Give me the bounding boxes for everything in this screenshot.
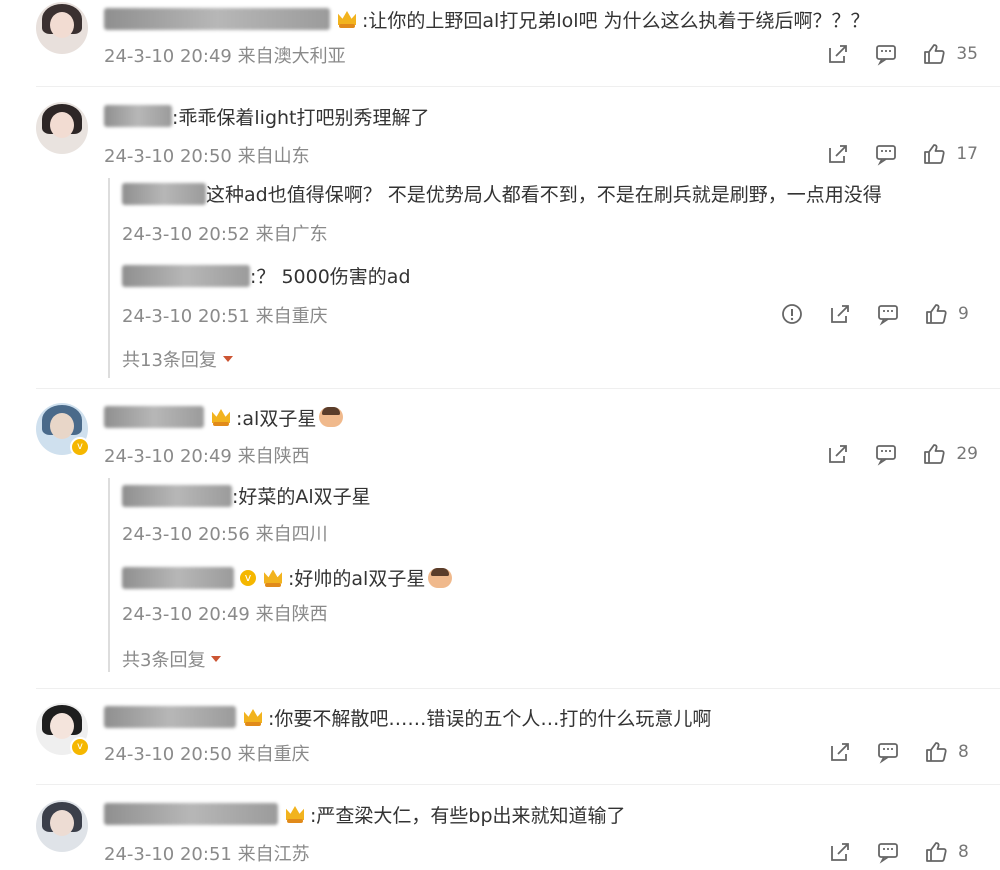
username-blurred[interactable] [104, 105, 172, 127]
avatar[interactable] [36, 800, 88, 852]
divider [36, 784, 1000, 785]
like-icon[interactable] [922, 442, 946, 466]
reply-meta: 24-3-10 20:52 来自广东 [122, 224, 328, 245]
avatar[interactable] [36, 2, 88, 54]
like-count: 8 [958, 842, 969, 862]
comment-icon[interactable] [874, 442, 898, 466]
reply-text: :？ 5000伤害的ad [250, 266, 411, 288]
share-icon[interactable] [826, 442, 850, 466]
crown-icon [284, 804, 306, 824]
comment-line: :al双子星 [104, 402, 344, 432]
reply-actions: 9 [780, 302, 978, 326]
comment-actions: 8 [828, 840, 978, 864]
comment-text: :严查梁大仁，有些bp出来就知道输了 [310, 804, 626, 827]
reply-text: 这种ad也值得保啊？ 不是优势局人都看不到，不是在刷兵就是刷野，一点用没得 [206, 184, 882, 206]
reply-text: :好菜的Al双子星 [232, 486, 371, 508]
comment-actions: 8 [828, 740, 978, 764]
divider [36, 388, 1000, 389]
comment-icon[interactable] [874, 142, 898, 166]
avatar[interactable] [36, 102, 88, 154]
comment-actions: 17 [826, 142, 978, 166]
reply-meta: 24-3-10 20:56 来自四川 [122, 524, 328, 545]
comment-meta: 24-3-10 20:49 来自澳大利亚 [104, 46, 346, 67]
comment-icon[interactable] [874, 42, 898, 66]
more-replies-link[interactable]: 共3条回复 [122, 646, 222, 672]
report-icon[interactable] [780, 302, 804, 326]
username-blurred[interactable] [122, 264, 250, 287]
like-icon[interactable] [924, 840, 948, 864]
reply-text: :好帅的al双子星 [288, 568, 426, 590]
share-icon[interactable] [826, 142, 850, 166]
like-count: 17 [956, 144, 978, 164]
like-icon[interactable] [924, 740, 948, 764]
comment-line: :让你的上野回al打兄弟lol吧 为什么这么执着于绕后啊？？？ [104, 4, 870, 34]
comment-icon[interactable] [876, 840, 900, 864]
like-count: 29 [956, 444, 978, 464]
vip-badge-icon: v [240, 569, 256, 586]
comment-text: :乖乖保着light打吧别秀理解了 [172, 106, 430, 129]
like-icon[interactable] [924, 302, 948, 326]
share-icon[interactable] [828, 740, 852, 764]
caret-down-icon [222, 356, 233, 362]
comment-text: :al双子星 [236, 407, 317, 430]
crown-icon [262, 568, 284, 588]
share-icon[interactable] [828, 840, 852, 864]
comment-icon[interactable] [876, 740, 900, 764]
reply-line: :好菜的Al双子星 [122, 482, 371, 509]
comment-meta: 24-3-10 20:50 来自山东 [104, 146, 310, 167]
vip-badge-icon: v [70, 737, 90, 757]
username-blurred[interactable] [104, 803, 278, 825]
comment-icon[interactable] [876, 302, 900, 326]
reply-line: v :好帅的al双子星 [122, 564, 453, 591]
comment-text: :你要不解散吧……错误的五个人…打的什么玩意儿啊 [268, 707, 712, 730]
vip-badge-icon: v [70, 437, 90, 457]
crown-icon [242, 707, 264, 727]
emoji-icon [319, 407, 344, 427]
like-icon[interactable] [922, 42, 946, 66]
reply-meta: 24-3-10 20:51 来自重庆 [122, 306, 328, 327]
comment-line: :严查梁大仁，有些bp出来就知道输了 [104, 799, 626, 829]
reply-line: :？ 5000伤害的ad [122, 262, 411, 289]
crown-icon [336, 9, 358, 29]
like-count: 35 [956, 44, 978, 64]
comment-text: :让你的上野回al打兄弟lol吧 为什么这么执着于绕后啊？？？ [362, 9, 870, 32]
more-replies-link[interactable]: 共13条回复 [122, 346, 233, 372]
share-icon[interactable] [828, 302, 852, 326]
reply-thread: 这种ad也值得保啊？ 不是优势局人都看不到，不是在刷兵就是刷野，一点用没得 24… [108, 178, 1000, 378]
username-blurred[interactable] [104, 406, 204, 428]
comment-line: :你要不解散吧……错误的五个人…打的什么玩意儿啊 [104, 702, 711, 732]
username-blurred[interactable] [122, 566, 234, 589]
avatar[interactable]: v [36, 403, 90, 457]
divider [36, 688, 1000, 689]
username-blurred[interactable] [104, 706, 236, 728]
username-blurred[interactable] [122, 484, 232, 507]
emoji-icon [428, 567, 453, 588]
avatar[interactable]: v [36, 703, 90, 757]
comment-meta: 24-3-10 20:50 来自重庆 [104, 744, 310, 765]
crown-icon [210, 407, 232, 427]
like-icon[interactable] [922, 142, 946, 166]
comment-line: :乖乖保着light打吧别秀理解了 [104, 101, 430, 131]
comment-meta: 24-3-10 20:51 来自江苏 [104, 844, 310, 865]
more-replies-label: 共13条回复 [122, 350, 217, 371]
like-count: 9 [958, 304, 969, 324]
share-icon[interactable] [826, 42, 850, 66]
comment-meta: 24-3-10 20:49 来自陕西 [104, 446, 310, 467]
comment-actions: 29 [826, 442, 978, 466]
more-replies-label: 共3条回复 [122, 650, 206, 671]
like-count: 8 [958, 742, 969, 762]
caret-down-icon [211, 656, 222, 662]
reply-thread: :好菜的Al双子星 24-3-10 20:56 来自四川 v :好帅的al双子星… [108, 478, 1000, 672]
divider [36, 86, 1000, 87]
reply-meta: 24-3-10 20:49 来自陕西 [122, 604, 328, 625]
username-blurred[interactable] [122, 182, 206, 205]
username-blurred[interactable] [104, 8, 330, 30]
reply-line: 这种ad也值得保啊？ 不是优势局人都看不到，不是在刷兵就是刷野，一点用没得 [122, 180, 882, 207]
comment-actions: 35 [826, 42, 978, 66]
